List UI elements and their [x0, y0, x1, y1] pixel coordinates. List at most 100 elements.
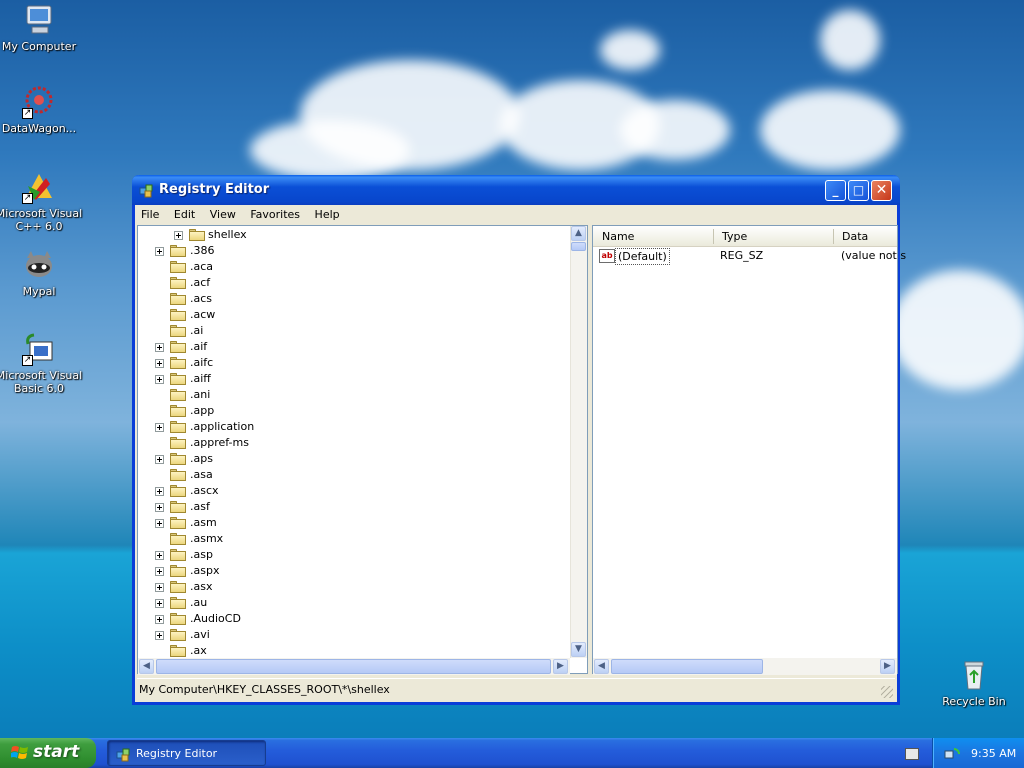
scroll-down-button[interactable]: ▼	[571, 642, 586, 657]
scroll-right-button[interactable]: ▶	[880, 659, 895, 674]
clock[interactable]: 9:35 AM	[971, 747, 1016, 760]
maximize-button[interactable]: □	[848, 180, 869, 201]
menu-file[interactable]: File	[135, 205, 164, 221]
start-label: start	[33, 742, 80, 762]
raccoon-icon	[22, 248, 56, 282]
keyboard-icon[interactable]	[905, 748, 919, 760]
tree-item-label: .appref-ms	[190, 436, 249, 449]
expand-icon[interactable]	[155, 375, 164, 384]
column-data[interactable]: Data	[842, 230, 868, 243]
expand-icon[interactable]	[155, 359, 164, 368]
tree-item[interactable]: .au	[138, 595, 558, 611]
tree-item[interactable]: .acs	[138, 291, 558, 307]
tree-item[interactable]: .asa	[138, 467, 558, 483]
tree-item[interactable]: .application	[138, 419, 558, 435]
tree-item[interactable]: .aifc	[138, 355, 558, 371]
desktop-icon-visual-cpp[interactable]: ↗ Microsoft Visual C++ 6.0	[0, 170, 84, 233]
tree-item-label: .ani	[190, 388, 211, 401]
tree-item[interactable]: .aiff	[138, 371, 558, 387]
column-divider[interactable]	[833, 229, 834, 244]
tree-item-label: .ascx	[190, 484, 219, 497]
desktop-icon-visual-basic[interactable]: ↗ Microsoft Visual Basic 6.0	[0, 332, 84, 395]
desktop-icon-my-computer[interactable]: My Computer	[0, 3, 84, 53]
expand-icon[interactable]	[155, 567, 164, 576]
desktop-icon-datawagon[interactable]: ↗ DataWagon...	[0, 85, 84, 135]
tree-item[interactable]: .aspx	[138, 563, 558, 579]
tree-item[interactable]: .asp	[138, 547, 558, 563]
desktop-icon-mypal[interactable]: Mypal	[0, 248, 84, 298]
tree-item[interactable]: .aps	[138, 451, 558, 467]
column-name[interactable]: Name	[602, 230, 634, 243]
expand-icon[interactable]	[155, 487, 164, 496]
tree-item[interactable]: .ax	[138, 643, 558, 658]
tree-item-label: .acf	[190, 276, 211, 289]
tree-item[interactable]: .acf	[138, 275, 558, 291]
taskbar-item-label: Registry Editor	[136, 747, 218, 760]
tree-item[interactable]: .ani	[138, 387, 558, 403]
column-divider[interactable]	[713, 229, 714, 244]
expand-icon[interactable]	[155, 455, 164, 464]
tree-item-label: .acs	[190, 292, 213, 305]
tree-vertical-scrollbar[interactable]: ▲ ▼	[570, 226, 587, 658]
scroll-left-button[interactable]: ◀	[594, 659, 609, 674]
list-horizontal-scrollbar[interactable]: ◀ ▶	[593, 658, 897, 675]
minimize-button[interactable]: _	[825, 180, 846, 201]
tree-item-label: .aiff	[190, 372, 211, 385]
tree-item[interactable]: .aif	[138, 339, 558, 355]
scroll-thumb[interactable]	[156, 659, 551, 674]
expand-icon[interactable]	[155, 247, 164, 256]
scroll-thumb[interactable]	[571, 242, 586, 251]
tree-item[interactable]: .asmx	[138, 531, 558, 547]
key-tree[interactable]: shellex .386 .aca .acf .acs .acw .ai .aif .aifc.…	[138, 226, 570, 658]
scroll-left-button[interactable]: ◀	[139, 659, 154, 674]
scroll-up-button[interactable]: ▲	[571, 226, 586, 241]
close-button[interactable]: ✕	[871, 180, 892, 201]
scroll-thumb[interactable]	[611, 659, 763, 674]
expand-icon[interactable]	[155, 551, 164, 560]
expand-icon[interactable]	[155, 583, 164, 592]
key-tree-pane[interactable]: shellex .386 .aca .acf .acs .acw .ai .aif .aifc.…	[137, 225, 588, 675]
menu-edit[interactable]: Edit	[168, 205, 200, 221]
expand-icon[interactable]	[155, 423, 164, 432]
tree-item[interactable]: .asf	[138, 499, 558, 515]
registry-editor-window[interactable]: Registry Editor _ □ ✕ File Edit View Fav…	[132, 175, 906, 705]
value-row[interactable]: ab (Default) REG_SZ (value not s	[593, 248, 906, 266]
expand-icon[interactable]	[174, 231, 183, 240]
tree-item[interactable]: .appref-ms	[138, 435, 558, 451]
menu-favorites[interactable]: Favorites	[244, 205, 305, 221]
menu-view[interactable]: View	[204, 205, 241, 221]
expand-icon[interactable]	[155, 615, 164, 624]
expand-icon[interactable]	[155, 343, 164, 352]
expand-icon[interactable]	[155, 519, 164, 528]
tree-item[interactable]: .aca	[138, 259, 558, 275]
value-list-pane[interactable]: Name Type Data ab (Default) REG_SZ (valu…	[592, 225, 906, 675]
column-type[interactable]: Type	[722, 230, 747, 243]
expand-icon[interactable]	[155, 503, 164, 512]
tree-item-label: .asm	[190, 516, 217, 529]
expand-icon[interactable]	[155, 631, 164, 640]
tree-horizontal-scrollbar[interactable]: ◀ ▶	[138, 658, 570, 675]
tree-item[interactable]: .asx	[138, 579, 558, 595]
expand-icon[interactable]	[155, 599, 164, 608]
tree-item[interactable]: .AudioCD	[138, 611, 558, 627]
scroll-right-button[interactable]: ▶	[553, 659, 568, 674]
tree-item[interactable]: .avi	[138, 627, 558, 643]
value-name[interactable]: (Default)	[615, 248, 670, 265]
tree-item[interactable]: .acw	[138, 307, 558, 323]
start-button[interactable]: start	[0, 738, 96, 768]
tree-item[interactable]: .app	[138, 403, 558, 419]
desktop-icon-recycle-bin[interactable]: Recycle Bin	[929, 658, 1019, 708]
folder-icon	[170, 501, 186, 513]
taskbar-item-registry-editor[interactable]: Registry Editor	[107, 740, 266, 766]
status-bar: My Computer\HKEY_CLASSES_ROOT\*\shellex	[137, 678, 895, 700]
tree-item[interactable]: .ai	[138, 323, 558, 339]
tree-item[interactable]: .asm	[138, 515, 558, 531]
folder-icon	[170, 629, 186, 641]
tree-item[interactable]: .ascx	[138, 483, 558, 499]
resize-grip[interactable]	[881, 686, 893, 698]
menu-help[interactable]: Help	[309, 205, 345, 221]
tree-item-shellex[interactable]: shellex	[138, 227, 558, 243]
title-bar[interactable]: Registry Editor _ □ ✕	[132, 175, 900, 205]
network-icon[interactable]	[944, 745, 960, 761]
tree-item[interactable]: .386	[138, 243, 558, 259]
